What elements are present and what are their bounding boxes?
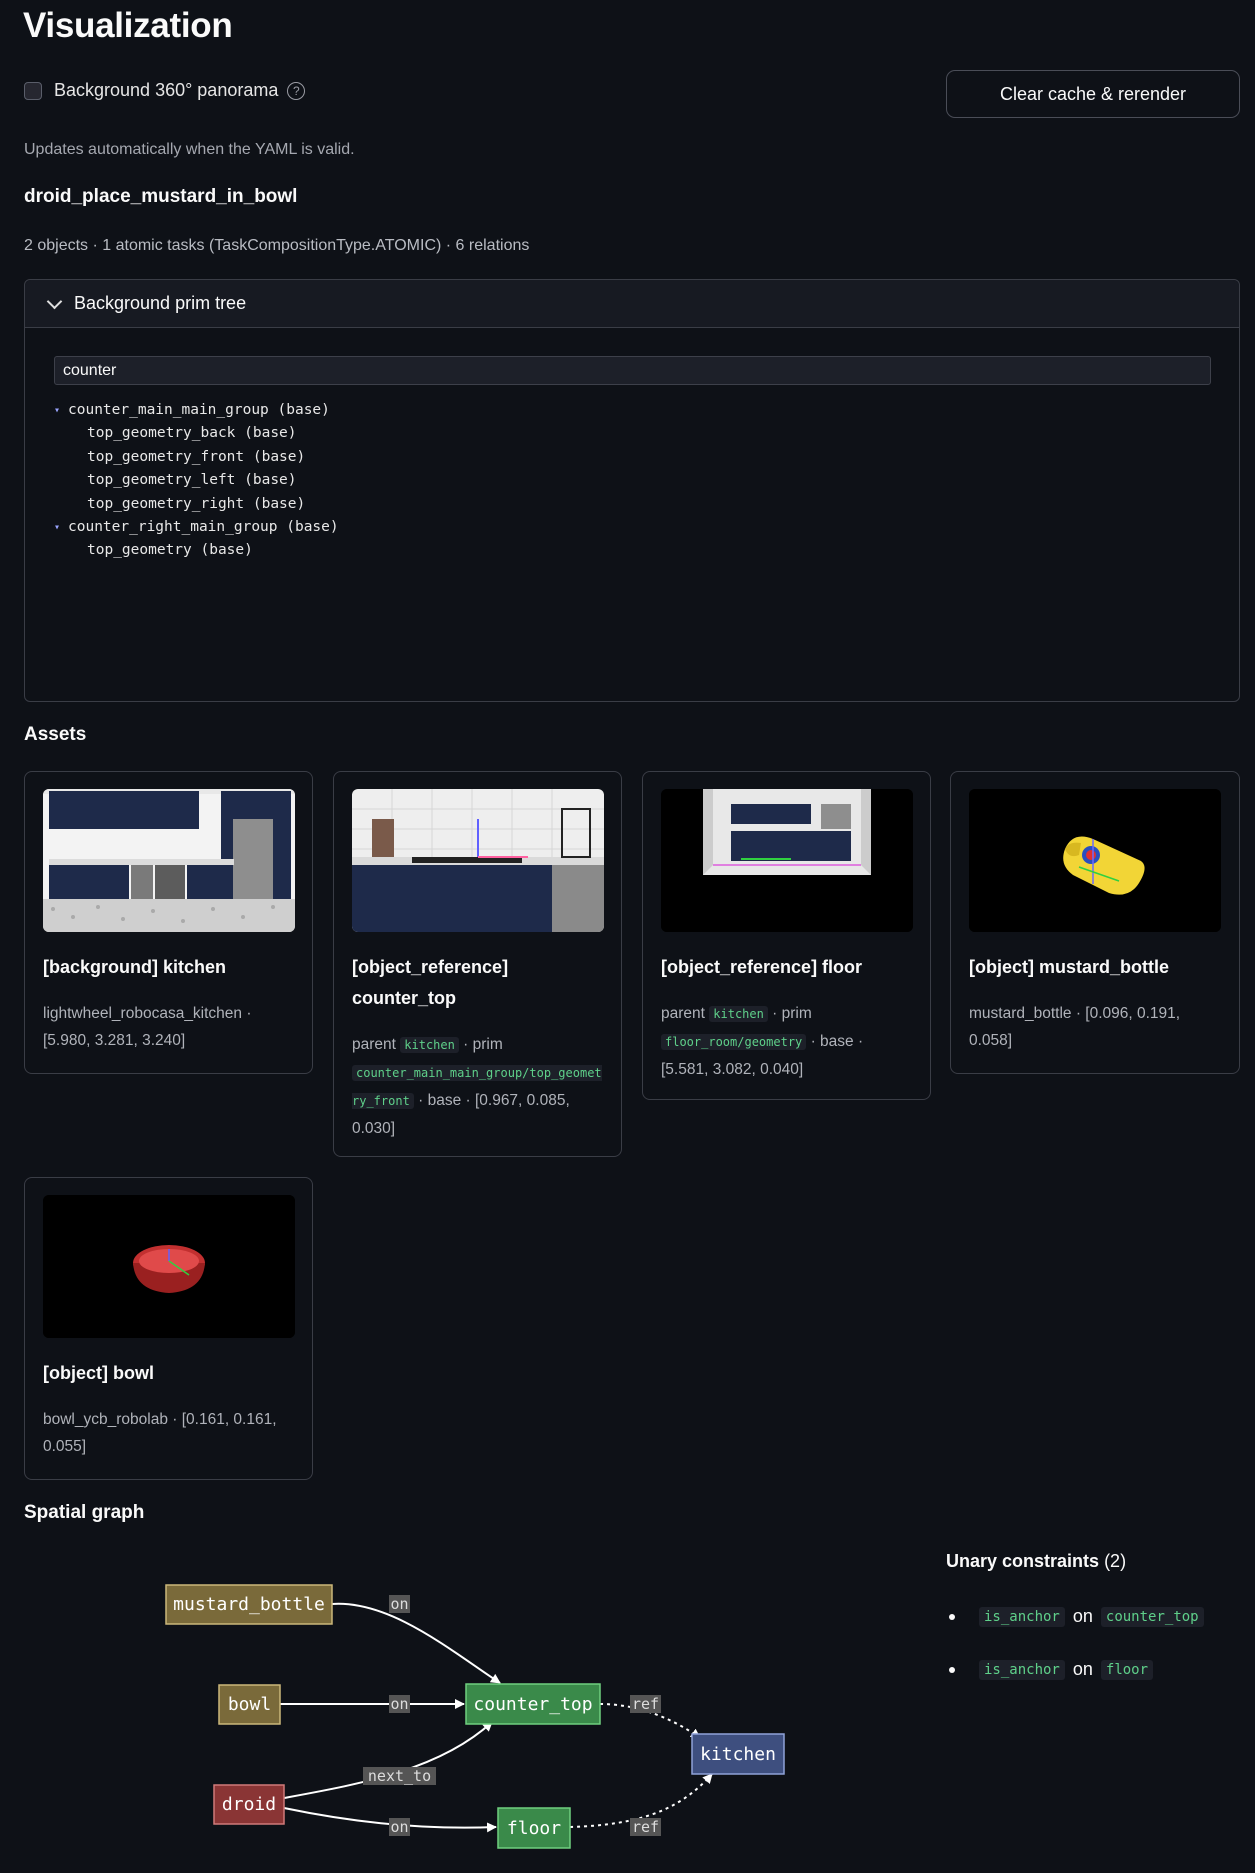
asset-card-title: [object] bowl xyxy=(43,1363,154,1383)
caret-down-icon[interactable]: ▾ xyxy=(54,516,68,539)
graph-node-bowl[interactable]: bowl xyxy=(218,1684,281,1725)
prim-tree-expander-header[interactable]: Background prim tree xyxy=(25,280,1239,328)
asset-card-title: [object_reference] counter_top xyxy=(352,957,509,1008)
edge-label-counter-ref: ref xyxy=(630,1695,661,1713)
asset-card-title: [background] kitchen xyxy=(43,957,227,977)
edge-label-mustard-on: on xyxy=(389,1595,410,1613)
graph-node-kitchen[interactable]: kitchen xyxy=(691,1733,785,1775)
svg-text:mustard_bottle: mustard_bottle xyxy=(173,1594,325,1615)
asset-card-kitchen[interactable]: [background] kitchen lightwheel_robocasa… xyxy=(24,771,313,1074)
svg-text:next_to: next_to xyxy=(368,1767,431,1785)
asset-card-mustard-bottle[interactable]: [object] mustard_bottle mustard_bottle ·… xyxy=(950,771,1240,1074)
asset-thumbnail-counter-top xyxy=(352,789,604,932)
edge-label-droid-next-to: next_to xyxy=(363,1767,436,1785)
asset-card-bowl[interactable]: [object] bowl bowl_ycb_robolab · [0.161,… xyxy=(24,1177,313,1480)
tree-node[interactable]: top_geometry (base) xyxy=(54,539,339,562)
asset-thumbnail-floor xyxy=(661,789,913,932)
svg-text:droid: droid xyxy=(222,1794,276,1815)
tree-node[interactable]: top_geometry_left (base) xyxy=(54,469,339,492)
prim-filter-input[interactable] xyxy=(54,356,1211,385)
bullet-icon xyxy=(949,1666,955,1673)
asset-card-counter-top[interactable]: [object_reference] counter_top parent kit… xyxy=(333,771,622,1157)
edge-label-floor-ref: ref xyxy=(630,1818,661,1836)
asset-card-title: [object_reference] floor xyxy=(661,957,863,977)
tree-node[interactable]: ▾ counter_main_main_group (base) xyxy=(54,399,339,422)
graph-node-counter-top[interactable]: counter_top xyxy=(465,1683,601,1725)
auto-update-caption: Updates automatically when the YAML is v… xyxy=(24,141,355,158)
edge-label-bowl-on: on xyxy=(389,1695,410,1713)
prim-tree-expander: Background prim tree ▾counter_main_main_… xyxy=(24,279,1240,702)
svg-text:floor: floor xyxy=(507,1818,561,1839)
panorama-checkbox-row[interactable]: Background 360° panorama ? xyxy=(24,80,306,101)
edge-droid-next-to xyxy=(283,1721,493,1799)
graph-node-droid[interactable]: droid xyxy=(213,1784,285,1825)
asset-card-floor[interactable]: [object_reference] floor parent kitchen … xyxy=(642,771,931,1100)
graph-node-mustard-bottle[interactable]: mustard_bottle xyxy=(165,1584,333,1625)
asset-thumbnail-mustard-bottle xyxy=(969,789,1221,932)
asset-thumbnail-bowl xyxy=(43,1195,295,1338)
panorama-checkbox[interactable] xyxy=(24,81,42,100)
edge-label-droid-on: on xyxy=(389,1818,410,1836)
spatial-graph: on on next_to on ref ref mustard_bottle … xyxy=(165,1584,785,1849)
svg-text:ref: ref xyxy=(632,1818,659,1836)
clear-cache-button[interactable]: Clear cache & rerender xyxy=(946,70,1240,118)
asset-card-meta: lightwheel_robocasa_kitchen · [5.980, 3.… xyxy=(43,1005,252,1049)
asset-card-meta: parent kitchen · prim counter_main_main_… xyxy=(352,1036,602,1137)
unary-constraints-title: Unary constraints (2) xyxy=(946,1551,1127,1571)
caret-down-icon[interactable]: ▾ xyxy=(54,399,68,422)
asset-card-title: [object] mustard_bottle xyxy=(969,957,1170,977)
chevron-down-icon xyxy=(46,293,63,309)
tree-node[interactable]: top_geometry_front (base) xyxy=(54,446,339,469)
prim-tree-expander-label: Background prim tree xyxy=(74,293,247,313)
prim-tree: ▾ counter_main_main_group (base) top_geom… xyxy=(54,399,339,563)
panorama-checkbox-label[interactable]: Background 360° panorama xyxy=(54,80,278,101)
svg-text:ref: ref xyxy=(632,1695,659,1713)
spatial-graph-heading: Spatial graph xyxy=(24,1502,145,1523)
task-name: droid_place_mustard_in_bowl xyxy=(24,186,298,207)
bullet-icon xyxy=(949,1613,955,1620)
svg-text:on: on xyxy=(390,1595,408,1613)
help-icon[interactable]: ? xyxy=(287,81,306,100)
edge-mustard-on xyxy=(331,1602,501,1684)
asset-thumbnail-kitchen xyxy=(43,789,295,932)
tree-node[interactable]: top_geometry_back (base) xyxy=(54,422,339,445)
asset-card-meta: mustard_bottle · [0.096, 0.191, 0.058] xyxy=(969,1005,1181,1049)
svg-text:on: on xyxy=(390,1695,408,1713)
asset-card-meta: parent kitchen · prim floor_room/geometr… xyxy=(661,1005,864,1078)
assets-heading: Assets xyxy=(24,724,87,745)
unary-constraint-item: is_anchor on counter_top xyxy=(946,1606,1204,1627)
svg-text:bowl: bowl xyxy=(228,1694,271,1715)
svg-text:counter_top: counter_top xyxy=(473,1694,592,1715)
asset-card-meta: bowl_ycb_robolab · [0.161, 0.161, 0.055] xyxy=(43,1411,277,1455)
task-summary: 2 objects · 1 atomic tasks (TaskComposit… xyxy=(24,237,530,254)
page-title: Visualization xyxy=(23,6,233,45)
svg-text:on: on xyxy=(390,1818,408,1836)
graph-node-floor[interactable]: floor xyxy=(497,1807,571,1849)
unary-constraint-item: is_anchor on floor xyxy=(946,1659,1154,1680)
tree-node[interactable]: ▾ counter_right_main_group (base) xyxy=(54,516,339,539)
svg-text:kitchen: kitchen xyxy=(700,1744,776,1765)
tree-node[interactable]: top_geometry_right (base) xyxy=(54,493,339,516)
